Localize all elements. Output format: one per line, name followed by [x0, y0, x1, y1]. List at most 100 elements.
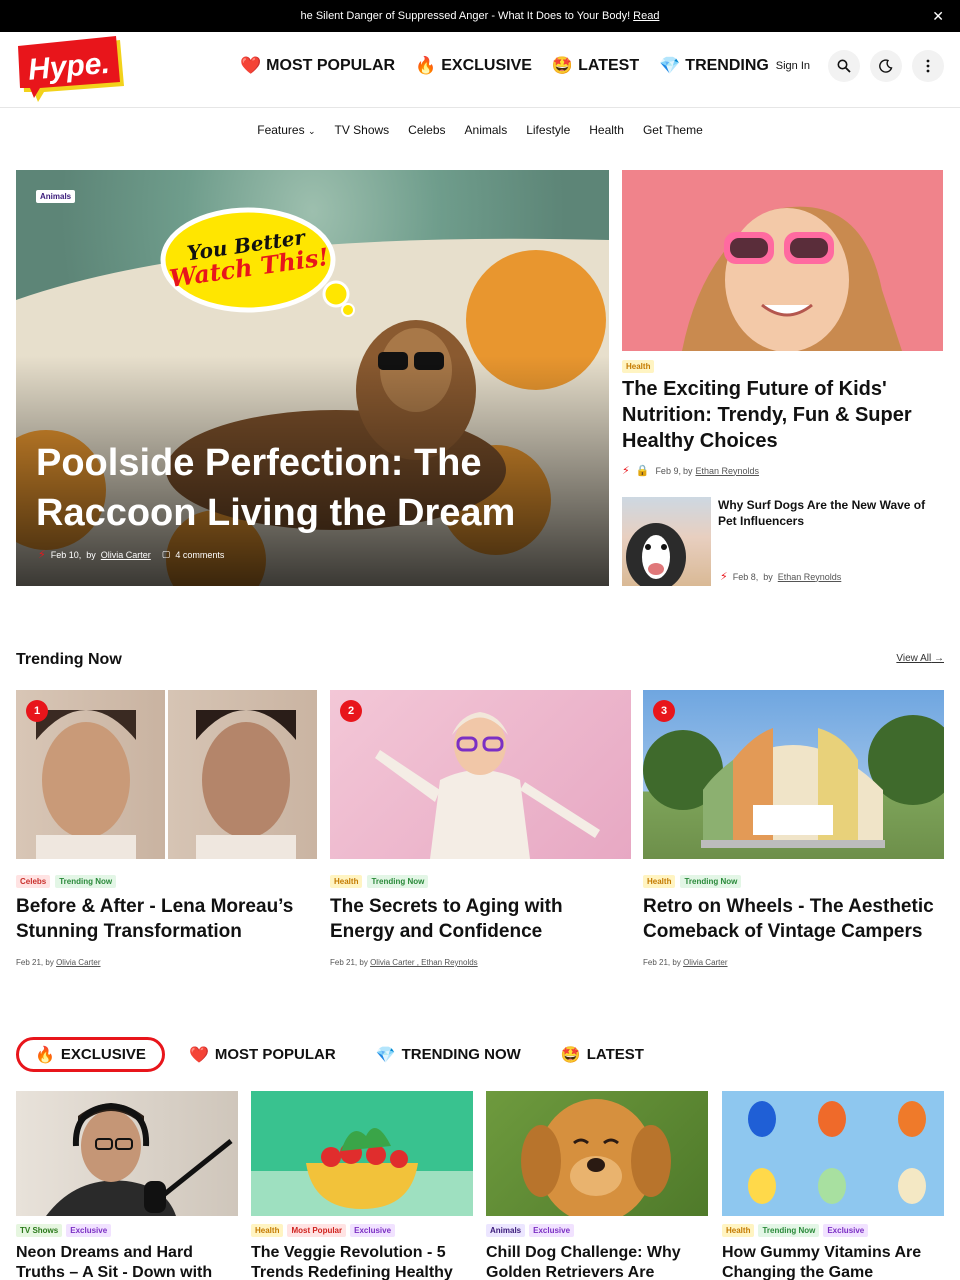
- tab-exclusive[interactable]: 🔥 EXCLUSIVE: [16, 1037, 165, 1072]
- nav-label: EXCLUSIVE: [441, 57, 532, 74]
- author-link[interactable]: Olivia Carter: [101, 550, 151, 560]
- nav-most-popular[interactable]: ❤️ MOST POPULAR: [240, 56, 395, 76]
- subnav-lifestyle[interactable]: Lifestyle: [526, 123, 570, 137]
- article-image: 3: [643, 690, 944, 859]
- side-small-title[interactable]: Why Surf Dogs Are the New Wave of Pet In…: [718, 497, 943, 529]
- girl-sunglasses-illustration: [682, 206, 902, 351]
- article-title[interactable]: Chill Dog Challenge: Why Golden Retrieve…: [486, 1243, 708, 1280]
- comment-icon: ▢: [161, 549, 171, 559]
- article-image: [251, 1091, 473, 1216]
- author-link[interactable]: Ethan Reynolds: [778, 572, 842, 582]
- lock-icon: 🔒: [635, 465, 650, 477]
- rank-badge: 2: [340, 700, 362, 722]
- article-image: [486, 1091, 708, 1216]
- announcement-read-link[interactable]: Read: [633, 10, 659, 22]
- article-title[interactable]: The Secrets to Aging with Energy and Con…: [330, 894, 631, 944]
- subnav-animals[interactable]: Animals: [465, 123, 508, 137]
- announcement-text: he Silent Danger of Suppressed Anger - W…: [300, 10, 631, 22]
- hero-article[interactable]: You Better Watch This! Animals Poolside …: [16, 170, 609, 586]
- fire-icon: 🔥: [415, 56, 437, 75]
- category-badge[interactable]: Trending Now: [367, 875, 429, 888]
- lightning-icon: ⚡: [622, 465, 630, 477]
- more-button[interactable]: [912, 50, 944, 82]
- by-label: by: [672, 958, 681, 967]
- tab-label: EXCLUSIVE: [60, 1046, 146, 1063]
- trending-card[interactable]: 3 Health Trending Now Retro on Wheels - …: [643, 690, 944, 967]
- gummy-bears-illustration: [748, 1101, 926, 1204]
- hero-title[interactable]: Poolside Perfection: The Raccoon Living …: [36, 438, 556, 538]
- category-badge[interactable]: Trending Now: [758, 1224, 820, 1237]
- podcast-man-illustration: [46, 1102, 233, 1216]
- article-title[interactable]: How Gummy Vitamins Are Changing the Game: [722, 1243, 944, 1280]
- side-feature-title[interactable]: The Exciting Future of Kids' Nutrition: …: [622, 376, 932, 454]
- nav-latest[interactable]: 🤩 LATEST: [552, 56, 639, 76]
- kids-nutrition-image[interactable]: [622, 170, 943, 351]
- subnav-get-theme[interactable]: Get Theme: [643, 123, 703, 137]
- article-title[interactable]: The Veggie Revolution - 5 Trends Redefin…: [251, 1243, 473, 1280]
- view-all-link[interactable]: View All →: [896, 653, 944, 664]
- grid-card[interactable]: Health Most Popular Exclusive The Veggie…: [251, 1091, 473, 1280]
- category-badge[interactable]: Health: [330, 875, 363, 888]
- grid-card[interactable]: Health Trending Now Exclusive How Gummy …: [722, 1091, 944, 1280]
- article-image: 1: [16, 690, 317, 859]
- badge-row: Health Trending Now: [643, 875, 944, 888]
- by-label: by: [45, 958, 54, 967]
- author-link[interactable]: Olivia Carter: [683, 958, 727, 967]
- category-badge[interactable]: Trending Now: [55, 875, 117, 888]
- article-image: [16, 1091, 238, 1216]
- lightning-icon: ⚡: [720, 571, 728, 583]
- category-badge[interactable]: Health: [622, 360, 655, 373]
- post-date: Feb 21,: [16, 958, 44, 967]
- announcement-bar: he Silent Danger of Suppressed Anger - W…: [0, 0, 960, 32]
- category-badge[interactable]: Health: [251, 1224, 284, 1237]
- subnav-features[interactable]: Features ⌄: [257, 123, 315, 137]
- author-link[interactable]: Ethan Reynolds: [695, 466, 759, 476]
- before-after-illustration: [36, 710, 296, 859]
- category-badge[interactable]: Health: [643, 875, 676, 888]
- by-label: by: [359, 958, 368, 967]
- category-badge[interactable]: Trending Now: [680, 875, 742, 888]
- grid-card[interactable]: TV Shows Exclusive Neon Dreams and Hard …: [16, 1091, 238, 1280]
- trending-card[interactable]: 2 Health Trending Now The Secrets to Agi…: [330, 690, 631, 967]
- nav-trending[interactable]: 💎 TRENDING: [659, 56, 769, 76]
- sub-nav: Features ⌄ TV Shows Celebs Animals Lifes…: [0, 108, 960, 152]
- article-title[interactable]: Retro on Wheels - The Aesthetic Comeback…: [643, 894, 944, 944]
- trending-card[interactable]: 1 Celebs Trending Now Before & After - L…: [16, 690, 317, 967]
- tab-latest[interactable]: 🤩 LATEST: [545, 1037, 660, 1072]
- category-badge[interactable]: Animals: [36, 190, 76, 203]
- sign-in-link[interactable]: Sign In: [776, 60, 810, 72]
- subnav-tv-shows[interactable]: TV Shows: [334, 123, 389, 137]
- article-title[interactable]: Before & After - Lena Moreau’s Stunning …: [16, 894, 317, 944]
- author-link[interactable]: Olivia Carter: [56, 958, 100, 967]
- view-all-label: View All: [896, 653, 932, 664]
- surf-dog-image[interactable]: [622, 497, 711, 586]
- category-badge[interactable]: Most Popular: [287, 1224, 347, 1237]
- subnav-celebs[interactable]: Celebs: [408, 123, 445, 137]
- author-link[interactable]: Olivia Carter , Ethan Reynolds: [370, 958, 478, 967]
- category-badge[interactable]: Exclusive: [66, 1224, 112, 1237]
- category-badge[interactable]: Exclusive: [350, 1224, 396, 1237]
- category-badge[interactable]: Exclusive: [529, 1224, 575, 1237]
- tab-trending-now[interactable]: 💎 TRENDING NOW: [360, 1037, 537, 1072]
- comments-count[interactable]: 4 comments: [175, 550, 224, 560]
- category-badge[interactable]: Celebs: [16, 875, 51, 888]
- close-icon[interactable]: ✕: [932, 8, 944, 25]
- hype-logo[interactable]: Hype.: [16, 36, 126, 102]
- side-feature-meta: ⚡ 🔒 Feb 9, by Ethan Reynolds: [622, 464, 759, 477]
- category-badge[interactable]: Health: [722, 1224, 755, 1237]
- nav-exclusive[interactable]: 🔥 EXCLUSIVE: [415, 56, 532, 76]
- nav-label: LATEST: [578, 57, 640, 74]
- lightning-icon: ⚡: [38, 549, 46, 561]
- subnav-health[interactable]: Health: [589, 123, 624, 137]
- aging-woman-illustration: [375, 712, 600, 859]
- tab-most-popular[interactable]: ❤️ MOST POPULAR: [173, 1037, 352, 1072]
- heart-icon: ❤️: [188, 1046, 209, 1064]
- category-badge[interactable]: Exclusive: [823, 1224, 869, 1237]
- search-button[interactable]: [828, 50, 860, 82]
- post-date: Feb 8,: [732, 571, 759, 582]
- theme-toggle-button[interactable]: [870, 50, 902, 82]
- grid-card[interactable]: Animals Exclusive Chill Dog Challenge: W…: [486, 1091, 708, 1280]
- category-badge[interactable]: Animals: [486, 1224, 526, 1237]
- article-title[interactable]: Neon Dreams and Hard Truths – A Sit - Do…: [16, 1243, 238, 1280]
- category-badge[interactable]: TV Shows: [16, 1224, 63, 1237]
